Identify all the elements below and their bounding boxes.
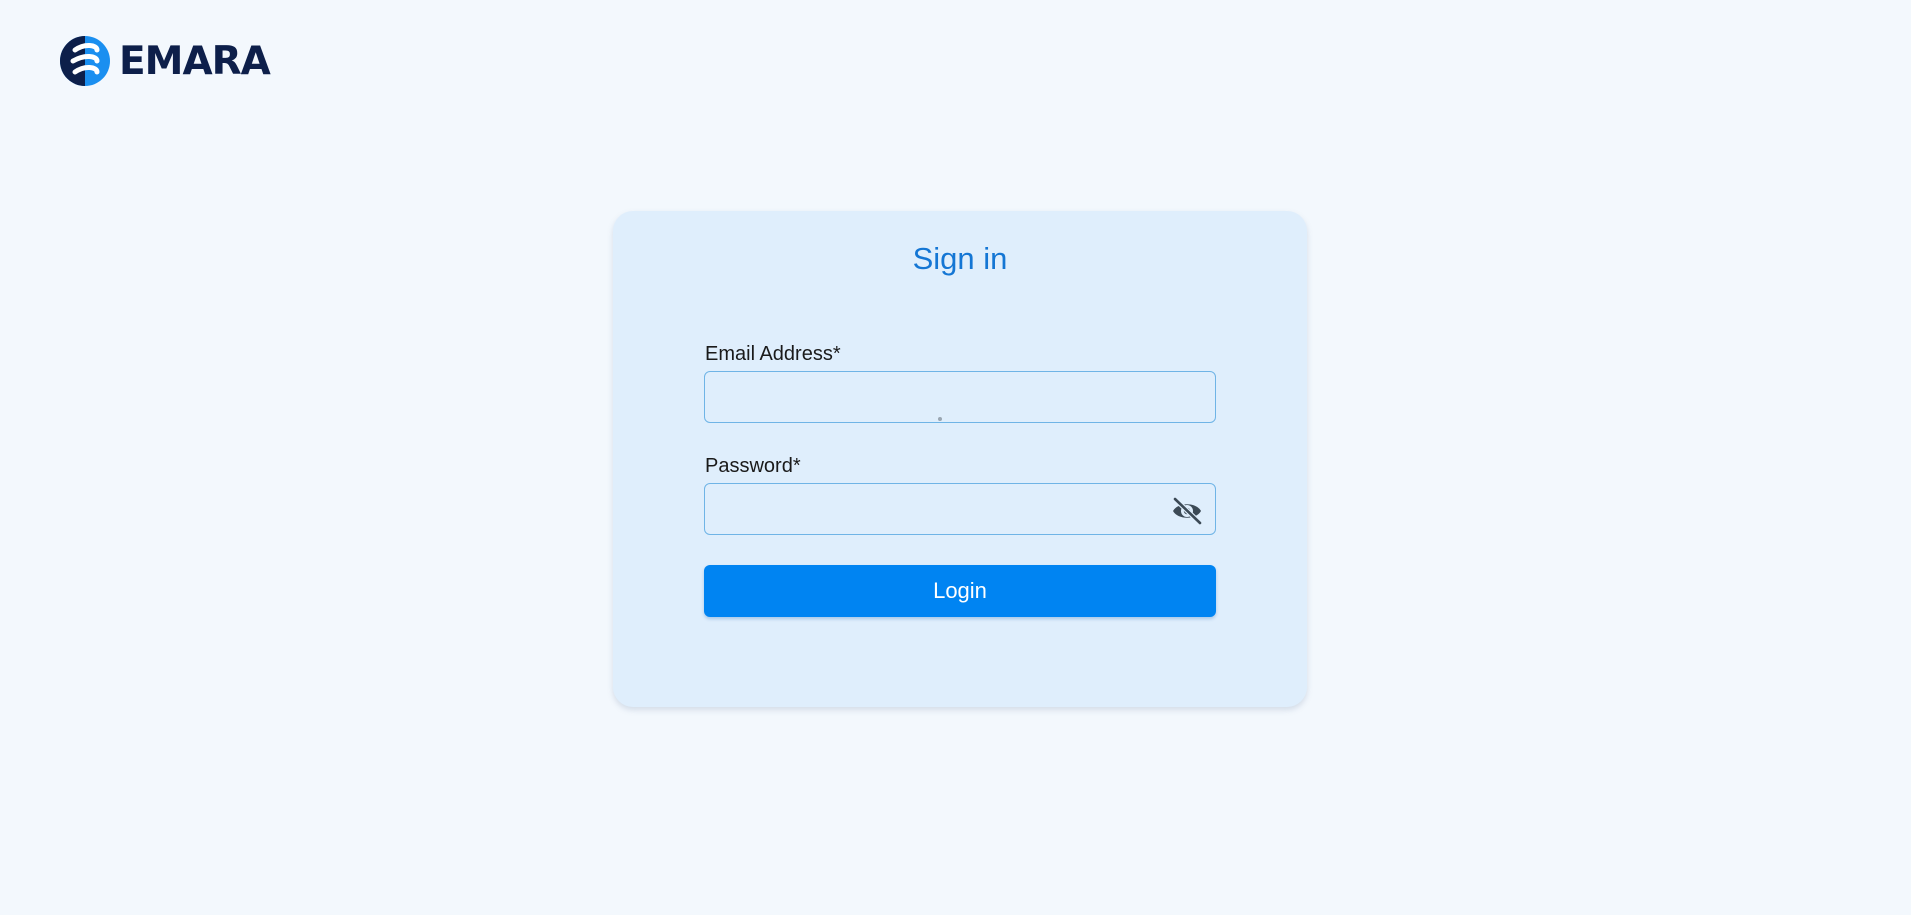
brand-name: EMARA: [119, 38, 271, 84]
signin-card: Sign in Email Address* Password* Login: [613, 211, 1307, 707]
password-label: Password*: [705, 455, 801, 477]
password-field-box: [704, 483, 1216, 535]
login-page: EMARA Sign in Email Address* Password* L…: [0, 0, 1911, 915]
password-field[interactable]: [705, 484, 1215, 534]
email-field[interactable]: [705, 372, 1215, 422]
brand-logo[interactable]: EMARA: [59, 35, 271, 87]
login-button[interactable]: Login: [704, 565, 1216, 617]
email-field-box: [704, 371, 1216, 423]
emara-logo-icon: [59, 35, 111, 87]
email-label: Email Address*: [705, 343, 841, 365]
eye-off-icon[interactable]: [1171, 497, 1203, 525]
page-title: Sign in: [912, 241, 1008, 276]
cursor-dot: [938, 417, 942, 421]
